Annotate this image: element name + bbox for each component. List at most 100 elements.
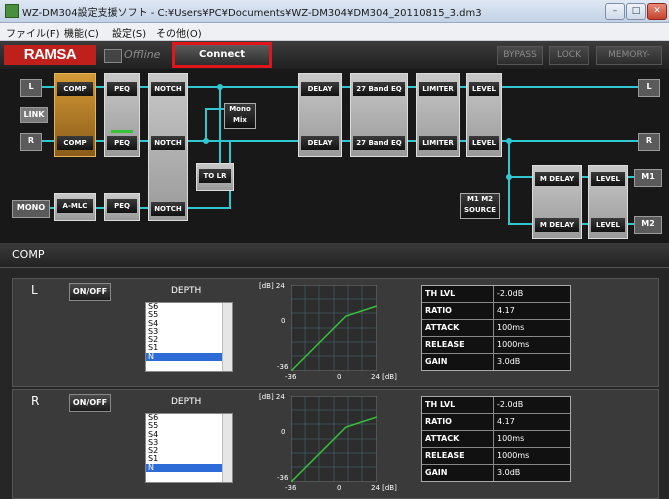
mono-mix-block[interactable]: Mono Mix [224,103,256,129]
minimize-button[interactable]: – [605,3,625,20]
peq-r-label: PEQ [107,136,137,150]
delay-block[interactable]: DELAY DELAY [298,73,342,157]
depth-option[interactable]: S2 [146,446,232,455]
comp-r-label: COMP [57,136,93,150]
close-button[interactable]: ✕ [647,3,667,20]
param-row[interactable]: RATIO 4.17 [422,303,570,320]
param-value[interactable]: -2.0dB [494,397,570,413]
param-value[interactable]: 100ms [494,320,570,336]
depth-option[interactable]: S6 [146,413,232,422]
graph-x-max: 24 [dB] [371,484,397,492]
lock-button[interactable]: LOCK [549,46,589,65]
channel-r-params: TH LVL -2.0dB RATIO 4.17 ATTACK 100ms RELEA… [421,396,571,482]
depth-option-selected[interactable]: N [146,352,232,362]
eq27-r-label: 27 Band EQ [353,136,405,150]
param-value[interactable]: 1000ms [494,337,570,353]
channel-r-depth-list[interactable]: S6 S5 S4 S3 S2 S1 N [145,413,233,483]
depth-option[interactable]: S1 [146,455,232,464]
graph-x-zero: 0 [337,373,342,381]
bypass-button[interactable]: BYPASS [497,46,543,65]
menu-settings[interactable]: 設定(S) [112,25,146,40]
depth-scrollbar[interactable] [222,414,232,482]
delay-r-label: DELAY [301,136,339,150]
peq-block[interactable]: PEQ PEQ [104,73,140,157]
connect-button[interactable]: Connect [172,42,272,68]
param-value[interactable]: 100ms [494,431,570,447]
param-row[interactable]: RELEASE 1000ms [422,337,570,354]
limiter-block[interactable]: LIMITER LIMITER [416,73,460,157]
depth-option[interactable]: S6 [146,302,232,311]
depth-option[interactable]: S5 [146,310,232,319]
link-button[interactable]: LINK [20,107,48,123]
param-row[interactable]: ATTACK 100ms [422,320,570,337]
depth-option[interactable]: S1 [146,344,232,353]
depth-option[interactable]: S4 [146,430,232,439]
param-value[interactable]: 3.0dB [494,465,570,481]
notch-block[interactable]: NOTCH NOTCH NOTCH [148,73,188,221]
depth-scrollbar[interactable] [222,303,232,371]
graph-y-zero: 0 [281,428,286,436]
comp-block[interactable]: COMP COMP [54,73,96,157]
toolbar: RAMSA Offline Connect BYPASS LOCK MEMORY… [0,41,669,69]
routing-diagram: L LINK R MONO COMP COMP PEQ PEQ NOTCH NO… [0,69,669,243]
param-row[interactable]: TH LVL -2.0dB [422,397,570,414]
m-delay-block[interactable]: M DELAY M DELAY [532,165,582,239]
channel-r-onoff-button[interactable]: ON/OFF [69,394,111,412]
depth-option-selected[interactable]: N [146,463,232,473]
menu-other[interactable]: その他(O) [156,25,202,40]
peq-mono-block[interactable]: PEQ [104,193,140,221]
to-lr-block[interactable]: TO LR [196,163,234,191]
m1m2-source-block[interactable]: M1 M2 SOURCE [460,193,500,219]
title-bar: WZ-DM304設定支援ソフト - C:¥Users¥PC¥Documents¥… [0,0,669,23]
input-r-label: R [20,133,42,151]
plug-icon [104,49,122,63]
param-key: ATTACK [422,320,494,336]
param-value[interactable]: 4.17 [494,414,570,430]
menu-function[interactable]: 機能(C) [64,25,99,40]
param-value[interactable]: -2.0dB [494,286,570,302]
param-key: RATIO [422,303,494,319]
level-m1-label: LEVEL [591,172,625,186]
level-m-block[interactable]: LEVEL LEVEL [588,165,628,239]
param-row[interactable]: RELEASE 1000ms [422,448,570,465]
level-block[interactable]: LEVEL LEVEL [466,73,502,157]
depth-option[interactable]: S5 [146,421,232,430]
output-m1-label: M1 [634,169,662,187]
param-row[interactable]: GAIN 3.0dB [422,354,570,370]
param-row[interactable]: ATTACK 100ms [422,431,570,448]
graph-unit-label: [dB] 24 [259,393,285,401]
ramsa-logo: RAMSA [4,45,96,65]
memory-button[interactable]: MEMORY- [596,46,662,65]
depth-option[interactable]: S3 [146,438,232,447]
maximize-button[interactable]: □ [626,3,646,20]
param-value[interactable]: 4.17 [494,303,570,319]
m-delay-2-label: M DELAY [535,218,579,232]
channel-l-depth-list[interactable]: S6 S5 S4 S3 S2 S1 N [145,302,233,372]
menu-file[interactable]: ファイル(F) [6,25,60,40]
param-row[interactable]: RATIO 4.17 [422,414,570,431]
param-value[interactable]: 3.0dB [494,354,570,370]
limiter-r-label: LIMITER [419,136,457,150]
param-row[interactable]: TH LVL -2.0dB [422,286,570,303]
param-row[interactable]: GAIN 3.0dB [422,465,570,481]
param-value[interactable]: 1000ms [494,448,570,464]
amlc-block[interactable]: A-MLC [54,193,96,221]
level-l-label: LEVEL [469,82,499,96]
eq27-block[interactable]: 27 Band EQ 27 Band EQ [350,73,408,157]
channel-r-comp-curve [291,396,377,482]
graph-y-zero: 0 [281,317,286,325]
depth-option[interactable]: S3 [146,327,232,336]
channel-l-name: L [31,283,38,297]
limiter-l-label: LIMITER [419,82,457,96]
graph-x-max: 24 [dB] [371,373,397,381]
app-icon [5,4,19,18]
notch-l-label: NOTCH [151,82,185,96]
channel-l-comp-curve [291,285,377,371]
channel-l-onoff-button[interactable]: ON/OFF [69,283,111,301]
channel-r-name: R [31,394,40,408]
param-key: GAIN [422,465,494,481]
param-key: ATTACK [422,431,494,447]
menu-bar: ファイル(F) 機能(C) 設定(S) その他(O) [0,23,669,41]
depth-option[interactable]: S4 [146,319,232,328]
depth-option[interactable]: S2 [146,335,232,344]
